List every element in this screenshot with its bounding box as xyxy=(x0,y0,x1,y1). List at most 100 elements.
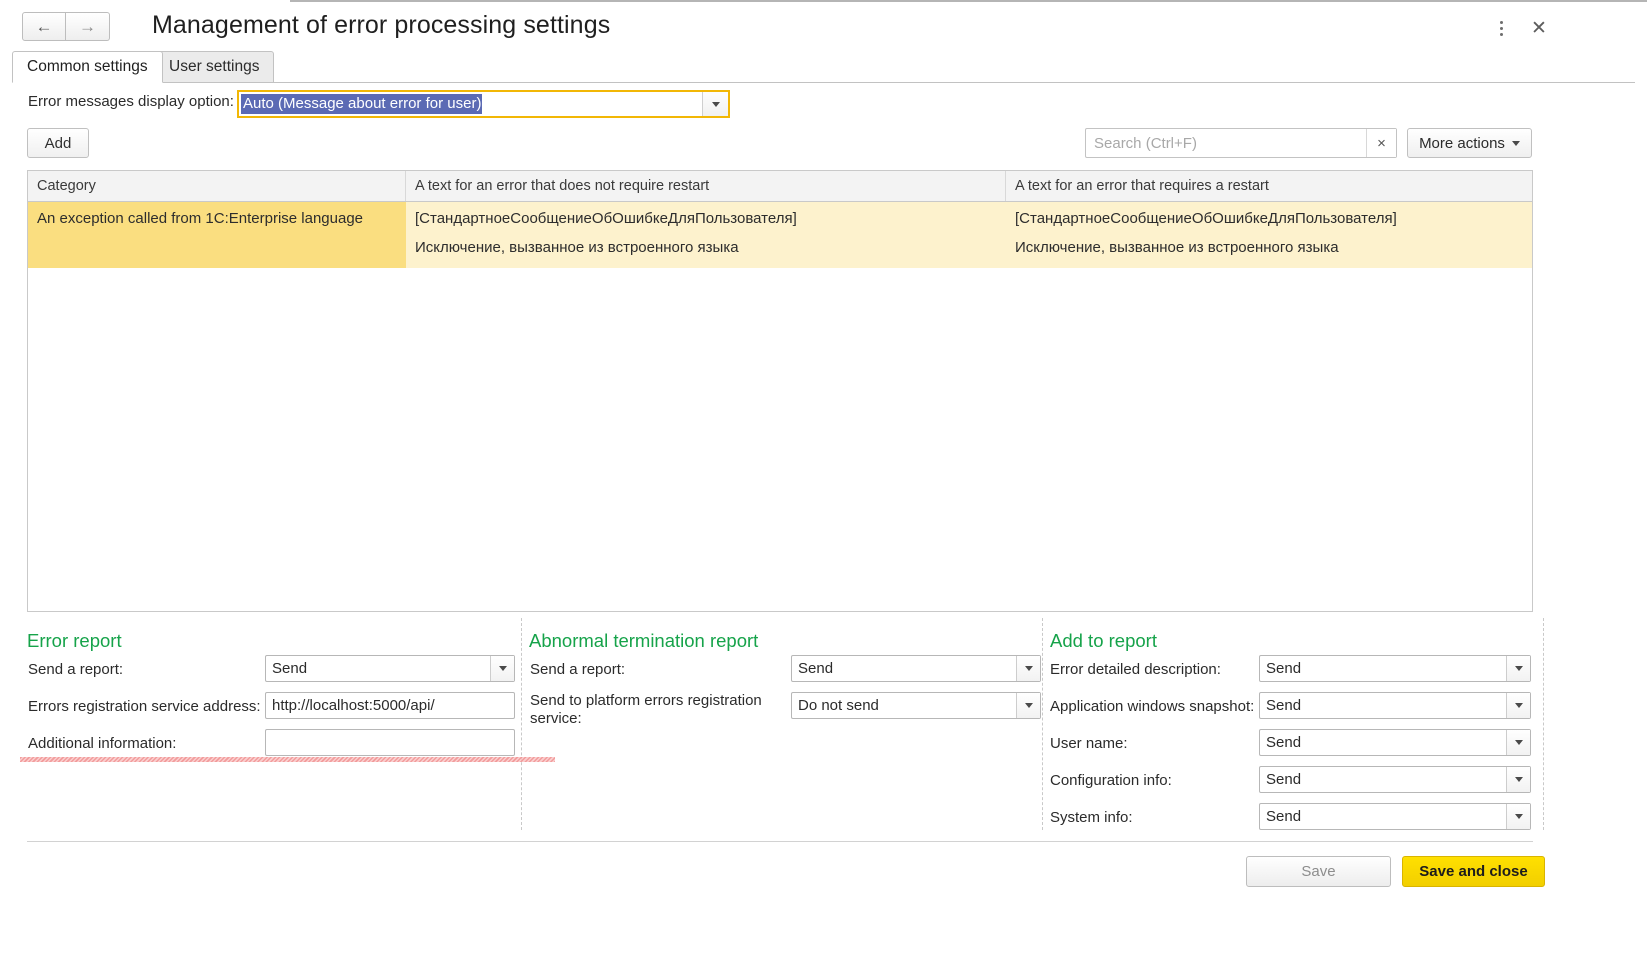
error-report-send-value: Send xyxy=(272,660,308,677)
error-report-send-combobox[interactable]: Send xyxy=(265,655,515,682)
chevron-down-icon xyxy=(1514,777,1523,782)
save-and-close-button-label: Save and close xyxy=(1419,863,1528,880)
chevron-down-icon xyxy=(1024,666,1033,671)
abnormal-report-platform-service-dropdown-button[interactable] xyxy=(1016,693,1040,718)
add-to-report-value-2: Send xyxy=(1266,734,1302,751)
search-box[interactable]: × xyxy=(1085,128,1397,158)
table-cell-category-value: An exception called from 1C:Enterprise l… xyxy=(37,210,364,227)
tab-label: Common settings xyxy=(27,58,148,75)
add-to-report-combobox-1[interactable]: Send xyxy=(1259,692,1531,719)
chevron-down-icon xyxy=(1514,666,1523,671)
error-report-group-title: Error report xyxy=(27,630,122,651)
table-header-category[interactable]: Category xyxy=(28,171,406,201)
footer-divider xyxy=(27,841,1533,842)
add-to-report-label-0: Error detailed description: xyxy=(1050,661,1221,678)
table-header-text-restart[interactable]: A text for an error that requires a rest… xyxy=(1006,171,1532,201)
kebab-menu-icon xyxy=(1499,20,1503,36)
add-to-report-dropdown-button-3[interactable] xyxy=(1506,767,1530,792)
add-to-report-value-3: Send xyxy=(1266,771,1302,788)
abnormal-report-send-dropdown-button[interactable] xyxy=(1016,656,1040,681)
more-actions-label: More actions xyxy=(1419,134,1505,152)
forward-button[interactable]: → xyxy=(66,12,110,41)
abnormal-report-group-title: Abnormal termination report xyxy=(529,630,759,651)
tab-strip: Common settings User settings xyxy=(12,51,1635,83)
add-to-report-label-1: Application windows snapshot: xyxy=(1050,698,1255,715)
abnormal-report-send-value: Send xyxy=(798,660,834,677)
table-cell-no-restart-line1: [СтандартноеСообщениеОбОшибкеДляПользова… xyxy=(415,210,797,227)
add-to-report-dropdown-button-0[interactable] xyxy=(1506,656,1530,681)
close-icon: × xyxy=(1377,134,1386,152)
error-categories-table: Category A text for an error that does n… xyxy=(27,170,1533,612)
chevron-down-icon xyxy=(1511,140,1520,146)
add-to-report-combobox-2[interactable]: Send xyxy=(1259,729,1531,756)
add-to-report-value-0: Send xyxy=(1266,660,1302,677)
chevron-down-icon xyxy=(1514,703,1523,708)
table-cell-text-restart[interactable]: [СтандартноеСообщениеОбОшибкеДляПользова… xyxy=(1006,202,1532,268)
error-report-send-label: Send a report: xyxy=(28,661,124,678)
add-to-report-label-2: User name: xyxy=(1050,735,1128,752)
error-report-send-dropdown-button[interactable] xyxy=(490,656,514,681)
save-button[interactable]: Save xyxy=(1246,856,1391,887)
abnormal-report-platform-service-combobox[interactable]: Do not send xyxy=(791,692,1041,719)
add-to-report-value-4: Send xyxy=(1266,808,1302,825)
close-button[interactable]: ✕ xyxy=(1527,16,1551,40)
table-row[interactable]: An exception called from 1C:Enterprise l… xyxy=(28,202,1532,268)
abnormal-report-send-label: Send a report: xyxy=(530,661,626,678)
save-button-label: Save xyxy=(1301,863,1336,880)
table-header-text-no-restart[interactable]: A text for an error that does not requir… xyxy=(406,171,1006,201)
error-processing-settings-window: ← → Management of error processing setti… xyxy=(0,0,1647,953)
add-to-report-dropdown-button-1[interactable] xyxy=(1506,693,1530,718)
navigation-buttons: ← → xyxy=(22,12,110,41)
settings-columns: Error report Send a report: Send Errors … xyxy=(0,618,1647,830)
tab-common-settings[interactable]: Common settings xyxy=(12,51,163,83)
table-cell-category[interactable]: An exception called from 1C:Enterprise l… xyxy=(28,202,406,268)
error-display-option-value-area[interactable]: Auto (Message about error for user) xyxy=(239,92,702,116)
tab-user-settings[interactable]: User settings xyxy=(154,51,275,83)
chevron-down-icon xyxy=(1514,740,1523,745)
spellcheck-underline xyxy=(20,757,555,762)
add-to-report-combobox-0[interactable]: Send xyxy=(1259,655,1531,682)
tab-label: User settings xyxy=(169,58,260,75)
page-title: Management of error processing settings xyxy=(152,11,611,39)
column-divider-3 xyxy=(1543,618,1544,830)
error-display-option-value: Auto (Message about error for user) xyxy=(241,94,483,114)
close-icon: ✕ xyxy=(1531,17,1547,39)
chevron-down-icon xyxy=(1024,703,1033,708)
column-divider-2 xyxy=(1042,618,1043,830)
add-button-label: Add xyxy=(44,134,72,152)
kebab-menu-button[interactable] xyxy=(1489,16,1513,40)
search-clear-button[interactable]: × xyxy=(1366,129,1396,157)
error-display-option-combobox[interactable]: Auto (Message about error for user) xyxy=(237,90,730,118)
column-divider-1 xyxy=(521,618,522,830)
error-display-option-dropdown-button[interactable] xyxy=(702,92,728,116)
table-cell-no-restart-line2: Исключение, вызванное из встроенного язы… xyxy=(415,238,739,256)
add-button[interactable]: Add xyxy=(27,128,89,158)
error-report-service-address-label: Errors registration service address: xyxy=(28,698,261,715)
table-header-row: Category A text for an error that does n… xyxy=(28,171,1532,202)
table-cell-restart-line2: Исключение, вызванное из встроенного язы… xyxy=(1015,238,1339,256)
error-report-additional-info-label: Additional information: xyxy=(28,735,177,752)
title-bar: ← → Management of error processing setti… xyxy=(0,2,1647,51)
error-report-additional-info-input[interactable] xyxy=(265,729,515,756)
chevron-down-icon xyxy=(711,101,720,107)
abnormal-report-send-combobox[interactable]: Send xyxy=(791,655,1041,682)
chevron-down-icon xyxy=(1514,814,1523,819)
add-to-report-dropdown-button-4[interactable] xyxy=(1506,804,1530,829)
add-to-report-value-1: Send xyxy=(1266,697,1302,714)
back-button[interactable]: ← xyxy=(22,12,66,41)
add-to-report-combobox-3[interactable]: Send xyxy=(1259,766,1531,793)
add-to-report-dropdown-button-2[interactable] xyxy=(1506,730,1530,755)
add-to-report-group-title: Add to report xyxy=(1050,630,1157,651)
save-and-close-button[interactable]: Save and close xyxy=(1402,856,1545,887)
more-actions-button[interactable]: More actions xyxy=(1407,128,1532,158)
abnormal-report-platform-service-value: Do not send xyxy=(798,697,879,714)
abnormal-report-platform-service-label: Send to platform errors registration ser… xyxy=(530,692,762,727)
error-display-option-label: Error messages display option: xyxy=(28,93,234,110)
arrow-right-icon: → xyxy=(79,17,96,36)
table-cell-text-no-restart[interactable]: [СтандартноеСообщениеОбОшибкеДляПользова… xyxy=(406,202,1006,268)
arrow-left-icon: ← xyxy=(35,17,53,36)
search-input[interactable] xyxy=(1086,129,1366,157)
table-cell-restart-line1: [СтандартноеСообщениеОбОшибкеДляПользова… xyxy=(1015,210,1397,227)
error-report-service-address-input[interactable]: http://localhost:5000/api/ xyxy=(265,692,515,719)
add-to-report-combobox-4[interactable]: Send xyxy=(1259,803,1531,830)
